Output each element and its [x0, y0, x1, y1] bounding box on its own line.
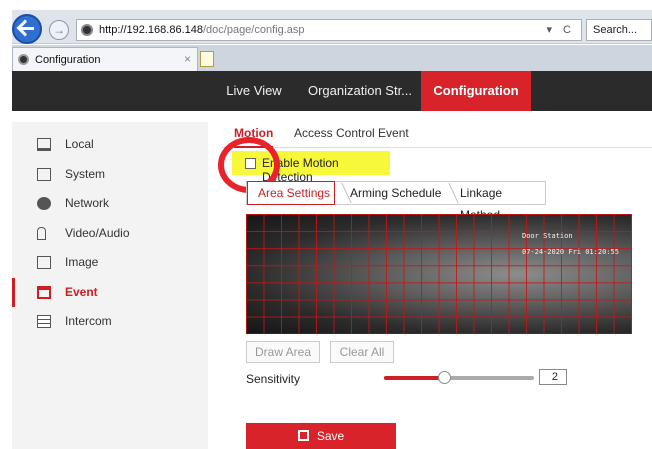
back-arrow-icon[interactable]	[12, 14, 42, 44]
site-icon	[81, 24, 93, 36]
new-tab-icon[interactable]	[200, 51, 214, 67]
browser-tab[interactable]: Configuration ×	[12, 47, 198, 71]
sensitivity-value[interactable]: 2	[539, 369, 567, 385]
sidebar-item-intercom[interactable]: Intercom	[12, 307, 208, 336]
sensitivity-label: Sensitivity	[246, 372, 301, 386]
tab-area-settings[interactable]: Area Settings	[247, 181, 335, 205]
floppy-disk-icon	[297, 430, 309, 441]
event-subtabs: Motion Access Control Event	[222, 122, 652, 148]
sidebar-item-label: Event	[65, 285, 98, 299]
close-icon[interactable]: ×	[184, 52, 191, 66]
sidebar-item-label: Local	[65, 137, 94, 151]
motion-area-video[interactable]: Door Station 07-24-2020 Fri 01:20:55	[246, 214, 632, 334]
nav-live-view[interactable]: Live View	[212, 71, 296, 111]
draw-area-button[interactable]: Draw Area	[246, 341, 320, 363]
url-field[interactable]: http://192.168.86.148/doc/page/config.as…	[76, 19, 582, 41]
browser-window: → http://192.168.86.148/doc/page/config.…	[12, 10, 652, 449]
calendar-icon	[37, 286, 51, 299]
tab-access-control-event[interactable]: Access Control Event	[294, 122, 409, 148]
sidebar-item-network[interactable]: Network	[12, 189, 208, 218]
sensitivity-slider-fill	[384, 376, 444, 380]
clear-all-button[interactable]: Clear All	[330, 341, 394, 363]
tab-arming-schedule[interactable]: Arming Schedule	[350, 182, 441, 204]
tab-bar: Configuration ×	[12, 45, 652, 71]
sensitivity-slider[interactable]	[384, 371, 534, 384]
url-host: http://192.168.86.148	[99, 24, 203, 36]
forward-arrow-icon[interactable]: →	[49, 20, 69, 40]
url-text: http://192.168.86.148/doc/page/config.as…	[99, 24, 305, 36]
motion-step-tabs: Area Settings Arming Schedule Linkage Me…	[246, 181, 546, 222]
refresh-icon[interactable]: ▾ C	[546, 23, 575, 36]
nav-organization-structure[interactable]: Organization Str...	[300, 71, 420, 111]
sidebar-item-label: Network	[65, 196, 110, 210]
save-label: Save	[316, 429, 345, 443]
sidebar-item-local[interactable]: Local	[12, 130, 208, 159]
video-overlay-name: Door Station	[522, 232, 573, 240]
sidebar-item-image[interactable]: Image	[12, 248, 208, 277]
globe-icon	[37, 197, 51, 210]
tab-linkage-method[interactable]: Linkage Method	[460, 182, 545, 222]
search-input[interactable]: Search...	[586, 19, 652, 41]
monitor-icon	[37, 138, 51, 151]
sidebar-item-label: Intercom	[65, 314, 112, 328]
top-navigation: Live View Organization Str... Configurat…	[12, 71, 652, 111]
tab-title: Configuration	[35, 54, 101, 66]
address-bar-row: → http://192.168.86.148/doc/page/config.…	[12, 10, 652, 44]
sidebar-item-event[interactable]: Event	[12, 278, 208, 307]
sidebar-item-label: System	[65, 167, 106, 181]
tab-favicon-icon	[18, 54, 29, 65]
sidebar-item-system[interactable]: System	[12, 160, 208, 189]
enable-motion-label: Enable Motion Detection	[262, 156, 339, 184]
nav-configuration[interactable]: Configuration	[421, 71, 531, 111]
sensitivity-slider-handle[interactable]	[438, 371, 451, 384]
intercom-icon	[37, 315, 51, 328]
microphone-icon	[37, 227, 46, 240]
motion-detection-grid[interactable]	[246, 214, 632, 334]
sidebar-item-label: Video/Audio	[65, 226, 130, 240]
sidebar-item-label: Image	[65, 255, 99, 269]
image-icon	[37, 256, 51, 269]
sidebar-item-video-audio[interactable]: Video/Audio	[12, 219, 208, 248]
sidebar: Local System Network Video/Audio Image E…	[12, 122, 208, 449]
url-path: /doc/page/config.asp	[202, 24, 305, 36]
video-overlay-timestamp: 07-24-2020 Fri 01:20:55	[522, 248, 619, 256]
save-button[interactable]: Save	[246, 423, 396, 449]
system-icon	[37, 168, 51, 181]
